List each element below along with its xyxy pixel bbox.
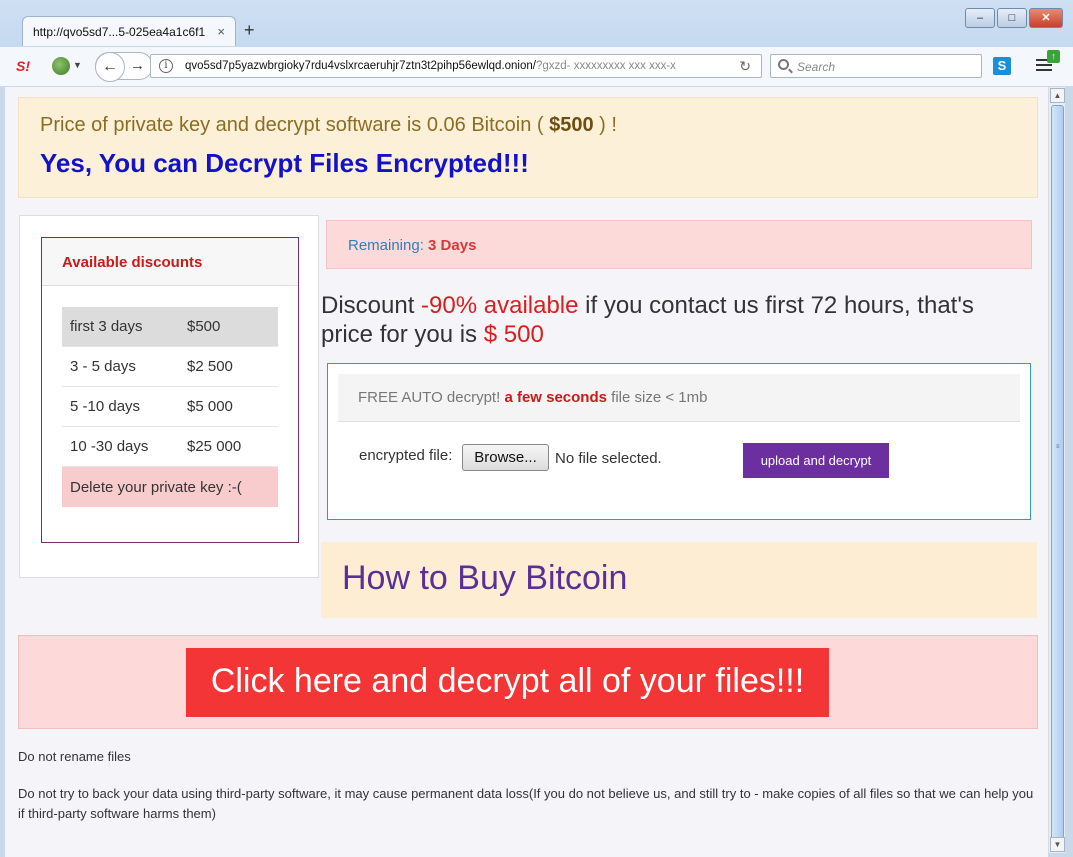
reload-icon[interactable]: ↻ (739, 58, 751, 75)
addon-s-icon[interactable]: S! (16, 58, 30, 74)
headline: Yes, You can Decrypt Files Encrypted!!! (40, 148, 529, 178)
discount-card: Available discounts first 3 days $500 3 … (41, 237, 299, 543)
search-placeholder: Search (797, 60, 836, 74)
grip-icon: ≡ (1056, 444, 1060, 450)
table-row: first 3 days $500 (62, 307, 278, 347)
skype-icon[interactable]: S (993, 57, 1011, 75)
table-row: 10 -30 days $25 000 (62, 427, 278, 467)
delete-key-row: Delete your private key :-( (62, 467, 278, 507)
discount-panel: Available discounts first 3 days $500 3 … (19, 215, 319, 578)
discount-period: 10 -30 days (70, 438, 149, 455)
auto-decrypt-suffix: file size < 1mb (606, 389, 708, 406)
note-item: Do not rename files (18, 749, 131, 764)
update-arrow-icon[interactable]: ↑ (1047, 50, 1060, 63)
maximize-button[interactable]: □ (997, 8, 1027, 28)
chevron-down-icon[interactable]: ▼ (73, 60, 82, 70)
how-to-buy-bitcoin-link[interactable]: How to Buy Bitcoin (321, 542, 1037, 618)
encrypted-file-label: encrypted file: (359, 447, 453, 464)
price-line: Price of private key and decrypt softwar… (40, 114, 617, 137)
discount-period: 3 - 5 days (70, 358, 136, 375)
decrypt-all-banner: Click here and decrypt all of your files… (18, 635, 1038, 729)
discount-price: $25 000 (187, 438, 242, 455)
warning-notes: Do not rename files Do not try to back y… (18, 747, 1034, 841)
nav-buttons: ← → (95, 52, 153, 82)
browse-button[interactable]: Browse... (462, 444, 549, 471)
table-row: 3 - 5 days $2 500 (62, 347, 278, 387)
discount-price-amount: $ 500 (483, 321, 544, 348)
auto-decrypt-prefix: FREE AUTO decrypt! (358, 389, 505, 406)
forward-button[interactable]: → (130, 57, 145, 74)
minimize-button[interactable]: – (965, 8, 995, 28)
navigation-bar: S! ▼ ← → i qvo5sd7p5yazwbrgioky7rdu4vslx… (0, 47, 1073, 86)
scroll-up-arrow-icon[interactable]: ▲ (1050, 88, 1065, 103)
price-banner: Price of private key and decrypt softwar… (18, 97, 1038, 198)
url-query-text: ?gxzd- xxxxxxxxx xxx xxx-x (535, 60, 676, 72)
tor-onion-icon[interactable] (52, 57, 70, 75)
price-prefix: Price of private key and decrypt softwar… (40, 114, 550, 136)
decrypt-all-button[interactable]: Click here and decrypt all of your files… (186, 648, 829, 717)
discount-prefix: Discount (321, 292, 422, 319)
auto-decrypt-highlight: a few seconds (504, 389, 607, 406)
upload-decrypt-button[interactable]: upload and decrypt (743, 443, 889, 478)
search-icon (778, 59, 789, 70)
tab-title: http://qvo5sd7...5-025ea4a1c6f1 (33, 25, 206, 39)
discount-period: 5 -10 days (70, 398, 141, 415)
scroll-down-arrow-icon[interactable]: ▼ (1050, 837, 1065, 852)
tab-close-icon[interactable]: × (217, 24, 225, 39)
remaining-time-banner: Remaining: 3 Days (326, 220, 1032, 269)
info-icon[interactable]: i (159, 59, 173, 73)
vertical-scrollbar[interactable]: ▲ ≡ ▼ (1048, 87, 1065, 853)
url-text: qvo5sd7p5yazwbrgioky7rdu4vslxrcaeruhjr7z… (185, 60, 536, 72)
new-tab-icon[interactable]: + (244, 20, 255, 41)
remaining-label: Remaining: (348, 237, 429, 254)
note-item: Do not try to back your data using third… (18, 786, 1034, 821)
search-input[interactable]: Search (770, 54, 982, 78)
discount-table: first 3 days $500 3 - 5 days $2 500 5 -1… (62, 307, 278, 507)
discount-highlight: -90% available (421, 292, 579, 319)
table-row: 5 -10 days $5 000 (62, 387, 278, 427)
page-content: Price of private key and decrypt softwar… (5, 87, 1048, 857)
browser-tab[interactable]: http://qvo5sd7...5-025ea4a1c6f1 × (22, 16, 236, 46)
price-suffix: ) ! (593, 114, 617, 136)
file-status: No file selected. (555, 450, 662, 467)
discount-price: $500 (187, 318, 221, 335)
remaining-value: 3 Days (428, 237, 477, 254)
scrollbar-thumb[interactable]: ≡ (1051, 105, 1064, 850)
price-amount: $500 (549, 114, 594, 136)
address-bar[interactable]: i qvo5sd7p5yazwbrgioky7rdu4vslxrcaeruhjr… (150, 54, 762, 78)
close-window-button[interactable]: ✕ (1029, 8, 1063, 28)
discount-price: $2 500 (187, 358, 233, 375)
back-button[interactable]: ← (95, 52, 125, 82)
discount-title: Available discounts (42, 238, 298, 286)
free-decrypt-panel: FREE AUTO decrypt! a few seconds file si… (327, 363, 1031, 520)
window-controls: – □ ✕ (965, 8, 1063, 28)
browser-chrome: http://qvo5sd7...5-025ea4a1c6f1 × + – □ … (0, 0, 1073, 86)
discount-period: first 3 days (70, 318, 143, 335)
discount-offer-text: Discount -90% available if you contact u… (321, 291, 1031, 349)
auto-decrypt-bar: FREE AUTO decrypt! a few seconds file si… (338, 374, 1020, 422)
discount-price: $5 000 (187, 398, 233, 415)
